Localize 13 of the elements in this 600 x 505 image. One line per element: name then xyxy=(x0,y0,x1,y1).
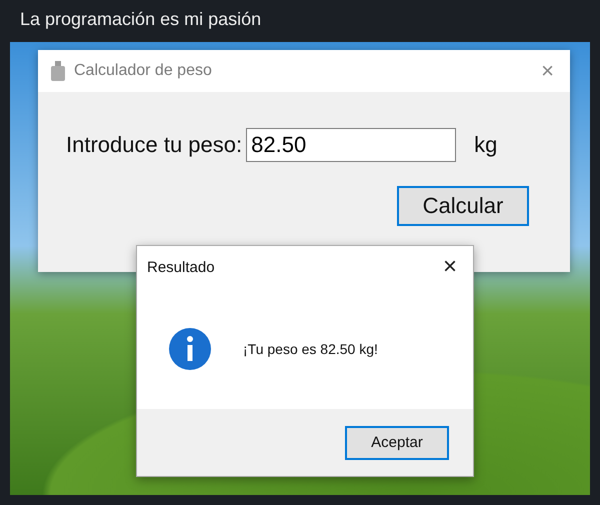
dialog-title: Resultado xyxy=(147,258,216,276)
post-title: La programación es mi pasión xyxy=(19,8,262,31)
calculate-button[interactable]: Calcular xyxy=(397,186,529,226)
close-button[interactable]: × xyxy=(438,253,461,281)
weight-input-field[interactable]: 82.50 xyxy=(246,128,456,162)
weight-label: Introduce tu peso: xyxy=(66,132,242,158)
result-message: ¡Tu peso es 82.50 kg! xyxy=(243,340,378,356)
info-icon xyxy=(169,328,211,370)
accept-button[interactable]: Aceptar xyxy=(345,426,449,460)
unit-label: kg xyxy=(474,132,498,158)
weight-icon xyxy=(50,61,66,81)
close-button[interactable]: × xyxy=(537,58,558,84)
window-title: Calculador de peso xyxy=(74,62,213,80)
